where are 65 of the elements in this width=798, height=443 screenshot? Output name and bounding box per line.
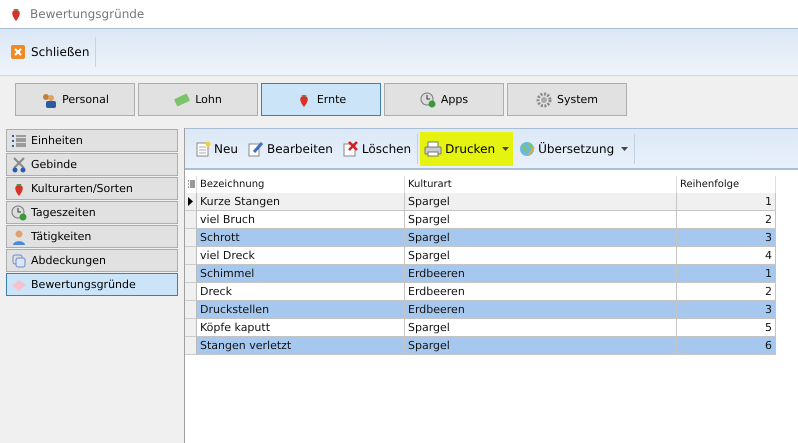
table-cell: Spargel	[405, 229, 677, 247]
table-cell: Kurze Stangen	[197, 193, 405, 211]
table-cell: Köpfe kaputt	[197, 319, 405, 337]
table-cell: 5	[677, 319, 776, 337]
window-title: Bewertungsgründe	[30, 7, 144, 21]
delete-icon	[342, 140, 359, 156]
toolbar-button[interactable]: Übersetzung	[515, 132, 632, 166]
scissors-icon	[11, 156, 27, 172]
table-cell: 3	[677, 229, 776, 247]
table-cell: 1	[677, 265, 776, 283]
table-cell: viel Bruch	[197, 211, 405, 229]
sidebar-item[interactable]: Gebinde	[6, 153, 178, 176]
table-cell: 6	[677, 337, 776, 355]
table-cell: Erdbeeren	[405, 301, 677, 319]
table-cell: Stangen verletzt	[197, 337, 405, 355]
printer-icon	[424, 140, 442, 156]
gear-icon	[536, 92, 552, 108]
person-icon	[11, 228, 27, 244]
table-cell: 2	[677, 211, 776, 229]
table-cell: Erdbeeren	[405, 265, 677, 283]
edit-icon	[248, 140, 264, 156]
row-pointer-icon	[188, 197, 193, 206]
clock-icon	[11, 204, 27, 220]
column-chooser-icon[interactable]	[188, 180, 195, 189]
sidebar-item[interactable]: Einheiten	[6, 129, 178, 152]
new-document-icon	[195, 140, 211, 156]
table-cell: Dreck	[197, 283, 405, 301]
table-cell: 3	[677, 301, 776, 319]
table-cell: Spargel	[405, 337, 677, 355]
toolbar-button[interactable]: Drucken	[420, 132, 514, 166]
table-cell: Erdbeeren	[405, 283, 677, 301]
table-cell: 1	[677, 193, 776, 211]
module-tab[interactable]: Personal	[15, 83, 135, 116]
table-cell: Spargel	[405, 319, 677, 337]
layers-icon	[11, 252, 27, 268]
close-icon	[10, 44, 26, 60]
clock-icon	[420, 92, 436, 108]
table-cell: Druckstellen	[197, 301, 405, 319]
caret-icon	[502, 146, 510, 150]
people-icon	[41, 92, 58, 108]
toolbar-button[interactable]: Neu	[191, 132, 242, 166]
module-tab[interactable]: Lohn	[138, 83, 258, 116]
toolbar-button[interactable]: Löschen	[338, 132, 416, 166]
module-tab[interactable]: Ernte	[261, 83, 381, 116]
close-button[interactable]: Schließen	[8, 37, 96, 67]
list-icon	[11, 132, 27, 148]
module-tab[interactable]: System	[507, 83, 627, 116]
sidebar-item[interactable]: Abdeckungen	[6, 249, 178, 272]
sidebar-item[interactable]: Tageszeiten	[6, 201, 178, 224]
globe-icon	[519, 140, 536, 156]
row-indicator[interactable]	[185, 193, 197, 211]
sidebar-item[interactable]: Kulturarten/Sorten	[6, 177, 178, 200]
module-tab[interactable]: Apps	[384, 83, 504, 116]
table-cell: 2	[677, 283, 776, 301]
caret-icon	[621, 146, 628, 150]
table-cell: Schrott	[197, 229, 405, 247]
table-cell: Schimmel	[197, 265, 405, 283]
table-cell: 4	[677, 247, 776, 265]
sidebar-item[interactable]: Bewertungsgründe	[6, 273, 178, 296]
table-cell: Spargel	[405, 247, 677, 265]
toolbar-button[interactable]: Bearbeiten	[244, 132, 337, 166]
table-cell: Spargel	[405, 193, 677, 211]
sidebar-item[interactable]: Tätigkeiten	[6, 225, 178, 248]
table-cell: viel Dreck	[197, 247, 405, 265]
table-cell: Spargel	[405, 211, 677, 229]
